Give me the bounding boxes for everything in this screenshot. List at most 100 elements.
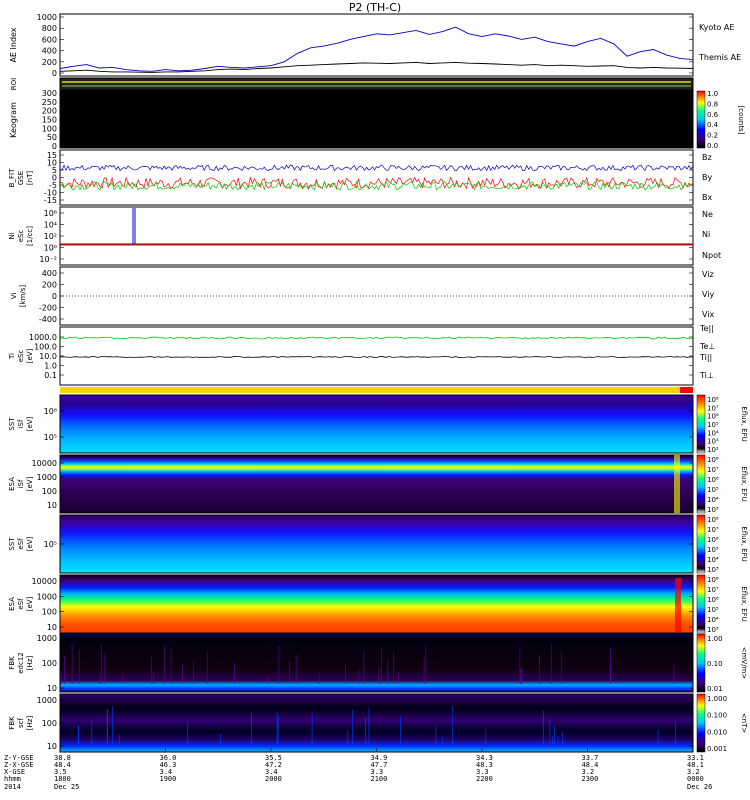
- sst-electron-spectrogram: [59, 514, 694, 574]
- esa-electron-end-feature: [675, 578, 681, 632]
- esa-electron-panel: 10000 1000 100 10 ESA eSf [eV]: [8, 574, 694, 634]
- keogram-colorbar-tick: 0.6: [707, 111, 719, 119]
- legend-viz: Viz: [702, 270, 714, 279]
- sst-ion-colorbar-tick: 10²: [707, 446, 719, 454]
- legend-viy: Viy: [702, 290, 715, 299]
- esa-electron-colorbar-tick: 10⁷: [707, 586, 719, 594]
- legend-kyoto-ae: Kyoto AE: [699, 23, 734, 32]
- esa-ion-colorbar: [696, 454, 706, 514]
- fbk-e-colorbar-label: <mV/m>: [740, 647, 748, 680]
- sst-electron-unit: [eV]: [26, 536, 34, 551]
- velocity-tick-label: 0: [52, 292, 57, 301]
- temperature-tick-label: 10.0: [39, 352, 57, 361]
- legend-ti-par: Ti||: [699, 353, 712, 362]
- density-tick-label: 10⁴: [44, 221, 57, 230]
- plot-title: P2 (TH-C): [349, 1, 401, 14]
- temperature-ylabel: Ti: [8, 353, 16, 360]
- velocity-tick-label: 200: [42, 281, 57, 290]
- sst-electron-ylabel: SST: [8, 537, 16, 551]
- esa-ion-tick-label: 100: [42, 487, 57, 496]
- fbk-b-unit: [Hz]: [26, 716, 34, 731]
- xaxis-tick-label: 2100: [371, 775, 388, 783]
- ae-tick-label: 0: [52, 69, 57, 78]
- keogram-colorbar-tick: 0.0: [707, 142, 718, 150]
- xaxis-tick-label: 2300: [582, 775, 599, 783]
- xaxis-row-label: 2014: [4, 783, 21, 791]
- roi-stripe-yellow: [62, 81, 691, 83]
- keogram-colorbar: [696, 90, 706, 149]
- mode-bar: [60, 387, 693, 393]
- sst-electron-colorbar-label: Eflux, EFU: [740, 526, 748, 561]
- esa-ion-unit: [eV]: [26, 476, 34, 491]
- sst-electron-colorbar-tick: 10⁸: [707, 516, 719, 524]
- fbk-b-ylabel: FBK: [8, 716, 16, 730]
- keogram-frame: [59, 90, 694, 149]
- bfield-unit: [nT]: [26, 171, 34, 185]
- fbk-e-ylabel: FBK: [8, 656, 16, 670]
- density-tick-label: 10²: [44, 232, 57, 241]
- esa-electron-colorbar-tick: 10³: [707, 626, 719, 634]
- esa-ion-colorbar-tick: 10³: [707, 506, 719, 514]
- sst-ion-colorbar-tick: 10⁷: [707, 404, 719, 412]
- xaxis-tick-label: 2000: [265, 775, 282, 783]
- xaxis-tick-label: Dec 25: [54, 783, 79, 791]
- xaxis-tick-label: 1900: [160, 775, 177, 783]
- esa-ion-colorbar-tick: 10⁸: [707, 456, 719, 464]
- bfield-ylabel2: GSE: [17, 171, 25, 185]
- legend-ne: Ne: [702, 210, 713, 219]
- fbk-b-colorbar-tick: 0.010: [707, 728, 727, 736]
- esa-electron-tick-label: 10: [47, 623, 57, 632]
- keogram-tick-label: 50: [47, 133, 57, 142]
- bfield-frame: [59, 149, 694, 206]
- time-axis: Z-Y-GSEZ-X-GSEX-GSEhhmm201438.848.43.518…: [4, 748, 712, 791]
- fbk-e-unit: [Hz]: [26, 656, 34, 671]
- legend-bx: Bx: [702, 193, 712, 202]
- sst-ion-spectrogram: [59, 394, 694, 454]
- sst-ion-colorbar-tick: 10⁸: [707, 396, 719, 404]
- sst-ion-tick-label: 10⁵: [44, 433, 57, 442]
- velocity-ylabel: Vi: [10, 293, 18, 300]
- xaxis-tick-label: Dec 26: [687, 783, 712, 791]
- roi-stripe-green: [62, 85, 691, 87]
- roi-ylabel: ROI: [10, 78, 18, 90]
- spectrogram-colorbars: 10⁸10⁷10⁶10⁵10⁴10³10²Eflux, EFU10⁸10⁷10⁶…: [696, 394, 748, 753]
- xaxis-row-label: hhmm: [4, 775, 21, 783]
- fbk-e-colorbar-tick: 0.01: [707, 685, 723, 693]
- esa-electron-tick-label: 1000: [37, 592, 57, 601]
- ae-tick-label: 1000: [37, 13, 57, 22]
- fbk-b-spectrogram: [59, 693, 694, 753]
- legend-te-par: Te||: [699, 324, 714, 333]
- summary-plot-canvas: P2 (TH-C) 10008006004002000 AE Index Kyo…: [4, 1, 748, 791]
- roi-frame: [59, 77, 694, 91]
- keogram-tick-label: 250: [42, 98, 57, 107]
- fbk-b-tick-label: 1000: [37, 696, 57, 705]
- esa-electron-colorbar-tick: 10⁶: [707, 596, 719, 604]
- legend-npot: Npot: [702, 251, 721, 260]
- keogram-colorbar-label: [counts]: [737, 106, 745, 135]
- fbk-e-spectrogram: [59, 633, 694, 693]
- sst-electron-colorbar: [696, 514, 706, 574]
- esa-ion-colorbar-tick: 10⁴: [707, 496, 719, 504]
- density-tick-label: 10⁻²: [39, 255, 57, 264]
- sst-ion-colorbar-tick: 10⁵: [707, 421, 719, 429]
- sst-ion-ylabel: SST: [8, 417, 16, 431]
- bfield-panel: 151050-5-10-15 B_FIT GSE [nT] Bz By Bx: [8, 149, 712, 206]
- esa-electron-tick-label: 100: [42, 608, 57, 617]
- themis-summary-plot: P2 (TH-C) 1000 800 600 400 200 0 AE Index Kyo…: [0, 0, 750, 800]
- keogram-colorbar-tick: 0.4: [707, 121, 719, 129]
- esa-ion-tick-label: 10000: [32, 459, 57, 468]
- keogram-tick-label: 100: [42, 124, 57, 133]
- sst-ion-colorbar-label: Eflux, EFU: [740, 406, 748, 441]
- legend-by: By: [702, 173, 712, 182]
- fbk-e-colorbar: [696, 633, 706, 693]
- fbk-b-colorbar-tick: 0.001: [707, 745, 727, 753]
- ae-tick-label: 400: [42, 47, 57, 56]
- temperature-tick-label: 1000.0: [29, 333, 57, 342]
- sst-ion-unit: [eV]: [26, 416, 34, 431]
- fbk-e-tick-label: 100: [42, 659, 57, 668]
- fbk-b-colorbar-tick: 0.100: [707, 712, 727, 720]
- temperature-tick-label: 0.1: [44, 371, 57, 380]
- esa-electron-spectrogram: [59, 574, 694, 634]
- esa-electron-colorbar-tick: 10⁵: [707, 606, 719, 614]
- keogram-panel: 300250200150100500 Keogram 1.0 0.8 0.6 0.4 0…: [9, 89, 745, 151]
